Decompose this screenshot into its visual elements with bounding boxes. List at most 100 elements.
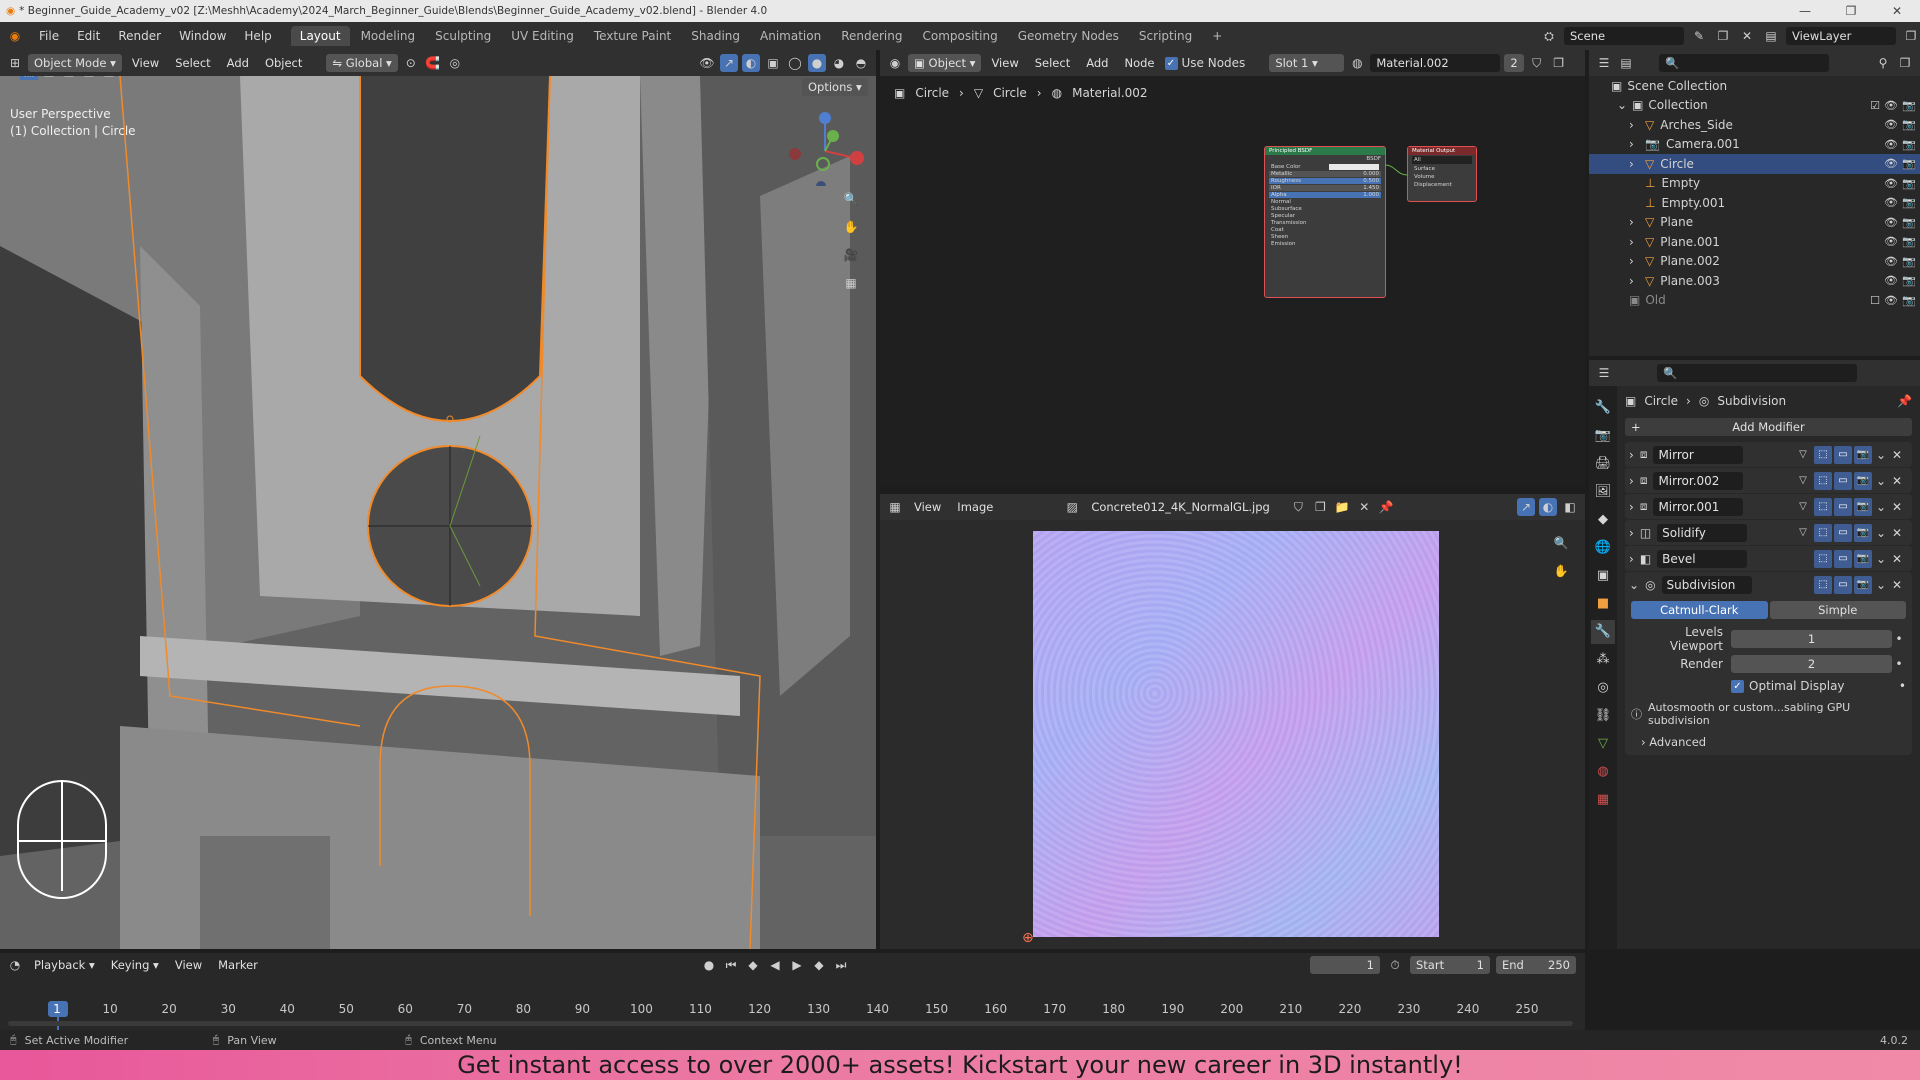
expand-arrow-icon[interactable]: › <box>1629 157 1641 171</box>
image-overlay-icon[interactable]: ◐ <box>1539 498 1557 516</box>
menu-window[interactable]: Window <box>170 29 235 43</box>
render-camera-icon[interactable]: 📷 <box>1902 196 1916 209</box>
visibility-eye-icon[interactable]: 👁 <box>1884 235 1898 248</box>
simple-button[interactable]: Simple <box>1769 601 1906 619</box>
view-layer-selector[interactable]: ViewLayer <box>1786 27 1896 45</box>
principled-bsdf-node[interactable]: Principled BSDF BSDF Base Color Metallic 0… <box>1264 146 1386 298</box>
expand-collapse-icon[interactable]: ⌄ <box>1617 98 1627 112</box>
select-subtract-icon[interactable]: ◫ <box>80 76 98 80</box>
output-tab-icon[interactable]: 🖨 <box>1591 452 1615 476</box>
modifier-row[interactable]: › ◫ Solidify ▽ ⬚ ▭ 📷 ⌄ ✕ <box>1625 520 1912 545</box>
filter-icon[interactable]: ⚲ <box>1874 54 1892 72</box>
expand-arrow-icon[interactable]: › <box>1629 448 1634 462</box>
realtime-display-icon[interactable]: ▭ <box>1834 445 1852 464</box>
tab-layout[interactable]: Layout <box>290 26 350 46</box>
visibility-eye-icon[interactable]: 👁 <box>1884 196 1898 209</box>
render-camera-icon[interactable]: 📷 <box>1902 138 1916 151</box>
maximize-button[interactable]: ❐ <box>1828 0 1874 22</box>
modifier-name-field[interactable]: Subdivision <box>1661 575 1752 594</box>
visibility-eye-icon[interactable]: 👁 <box>1884 216 1898 229</box>
timeline-scrollbar[interactable] <box>8 1021 1573 1026</box>
cage-icon[interactable]: ⬚ <box>1814 471 1832 490</box>
outliner-item[interactable]: › ▽ Arches_Side 👁 📷 <box>1589 115 1920 135</box>
material-tab-icon[interactable]: ◍ <box>1591 760 1615 784</box>
play-reverse-icon[interactable]: ◀ <box>766 956 784 974</box>
overlay-icon[interactable]: ◐ <box>742 54 760 72</box>
keying-menu[interactable]: Keying ▾ <box>105 956 165 974</box>
remove-modifier-icon[interactable]: ✕ <box>1892 474 1902 488</box>
visibility-eye-icon[interactable]: 👁 <box>1884 118 1898 131</box>
select-intersect-icon[interactable]: ◫ <box>100 76 118 80</box>
bsdf-input-row[interactable]: Specular <box>1269 213 1381 219</box>
modifier-row[interactable]: › ⧈ Mirror.002 ▽ ⬚ ▭ 📷 ⌄ ✕ <box>1625 468 1912 493</box>
node-menu-view[interactable]: View <box>985 54 1024 72</box>
realtime-display-icon[interactable]: ▭ <box>1834 497 1852 516</box>
modifier-row[interactable]: › ⧈ Mirror.001 ▽ ⬚ ▭ 📷 ⌄ ✕ <box>1625 494 1912 519</box>
outliner-old-collection[interactable]: ▣ Old ☐ 👁 📷 <box>1589 291 1920 311</box>
modifier-row[interactable]: › ◧ Bevel ⬚ ▭ 📷 ⌄ ✕ <box>1625 546 1912 571</box>
expand-arrow-icon[interactable]: › <box>1629 526 1634 540</box>
modifier-row[interactable]: ⌄ ◎ Subdivision ⬚ ▭ 📷 ⌄ ✕ <box>1625 572 1912 597</box>
render-camera-icon[interactable]: 📷 <box>1902 255 1916 268</box>
tab-scripting[interactable]: Scripting <box>1130 26 1201 46</box>
modifier-name-field[interactable]: Mirror.002 <box>1653 471 1744 490</box>
outliner-collection[interactable]: ⌄ ▣ Collection ☑ 👁 📷 <box>1589 96 1920 116</box>
visibility-eye-icon[interactable]: 👁 <box>1884 157 1898 170</box>
cage-icon[interactable]: ⬚ <box>1814 497 1832 516</box>
new-collection-icon[interactable]: ❐ <box>1896 54 1914 72</box>
view-layer-tab-icon[interactable]: 🖼 <box>1591 480 1615 504</box>
visibility-eye-icon[interactable]: 👁 <box>1884 138 1898 151</box>
cage-icon[interactable]: ⬚ <box>1814 575 1832 594</box>
camera-view-icon[interactable]: 🎥 <box>842 246 860 264</box>
image-editor[interactable]: ⊕ 🔍 ✋ <box>880 520 1585 949</box>
pivot-icon[interactable]: ⊙ <box>402 54 420 72</box>
shading-wireframe-icon[interactable]: ◯ <box>786 54 804 72</box>
bsdf-input-row[interactable]: Transmission <box>1269 220 1381 226</box>
data-tab-icon[interactable]: ▽ <box>1591 732 1615 756</box>
tab-shading[interactable]: Shading <box>682 26 749 46</box>
properties-type-icon[interactable]: ☰ <box>1595 364 1613 382</box>
minimize-button[interactable]: — <box>1782 0 1828 22</box>
tab-compositing[interactable]: Compositing <box>913 26 1006 46</box>
tab-texture-paint[interactable]: Texture Paint <box>585 26 680 46</box>
playback-menu[interactable]: Playback ▾ <box>28 956 101 974</box>
outliner-item[interactable]: ⊥ Empty 👁 📷 <box>1589 174 1920 194</box>
menu-render[interactable]: Render <box>109 29 170 43</box>
modifier-name-field[interactable]: Bevel <box>1657 549 1748 568</box>
transform-orientation-selector[interactable]: ⇋ Global ▾ <box>326 54 398 72</box>
bsdf-input-row[interactable]: Roughness 0.500 <box>1269 178 1381 184</box>
bsdf-input-row[interactable]: Base Color <box>1269 164 1381 170</box>
tab-uv-editing[interactable]: UV Editing <box>502 26 583 46</box>
render-tab-icon[interactable]: 📷 <box>1591 424 1615 448</box>
tab-animation[interactable]: Animation <box>751 26 830 46</box>
select-new-icon[interactable]: ◫ <box>40 76 58 80</box>
expand-arrow-icon[interactable]: › <box>1629 474 1634 488</box>
2d-cursor-icon[interactable]: ⊕ <box>1022 930 1034 946</box>
expand-arrow-icon[interactable]: › <box>1629 254 1641 268</box>
new-scene-icon[interactable]: ❐ <box>1714 27 1732 45</box>
collection-tab-icon[interactable]: ▣ <box>1591 564 1615 588</box>
output-target-selector[interactable]: All <box>1412 156 1472 164</box>
modifier-menu-icon[interactable]: ⌄ <box>1876 474 1886 488</box>
bsdf-input-row[interactable]: Subsurface <box>1269 206 1381 212</box>
modifier-name-field[interactable]: Solidify <box>1657 523 1748 542</box>
particles-tab-icon[interactable]: ⁂ <box>1591 648 1615 672</box>
expand-arrow-icon[interactable]: › <box>1629 552 1634 566</box>
gizmo-icon[interactable]: ↗ <box>720 54 738 72</box>
object-tab-icon[interactable]: ■ <box>1591 592 1615 616</box>
start-frame-field[interactable]: Start 1 <box>1410 956 1490 974</box>
modifier-tab-icon[interactable]: 🔧 <box>1591 620 1615 644</box>
image-display-channels-icon[interactable]: ◧ <box>1561 498 1579 516</box>
menu-help[interactable]: Help <box>235 29 280 43</box>
outliner-scene-collection[interactable]: ▣ Scene Collection <box>1589 76 1920 96</box>
expand-arrow-icon[interactable]: › <box>1629 235 1641 249</box>
image-pan-hand-icon[interactable]: ✋ <box>1552 562 1570 580</box>
image-fake-user-icon[interactable]: ⛉ <box>1289 498 1307 516</box>
use-nodes-checkbox[interactable]: ✓ Use Nodes <box>1164 56 1245 70</box>
edit-mode-icon[interactable]: ▽ <box>1794 472 1812 490</box>
image-menu-view[interactable]: View <box>908 498 947 516</box>
new-view-layer-icon[interactable]: ❐ <box>1902 27 1920 45</box>
properties-search-input[interactable]: 🔍 <box>1657 364 1857 382</box>
realtime-display-icon[interactable]: ▭ <box>1834 549 1852 568</box>
exclude-checkbox-icon[interactable]: ☐ <box>1870 294 1880 307</box>
